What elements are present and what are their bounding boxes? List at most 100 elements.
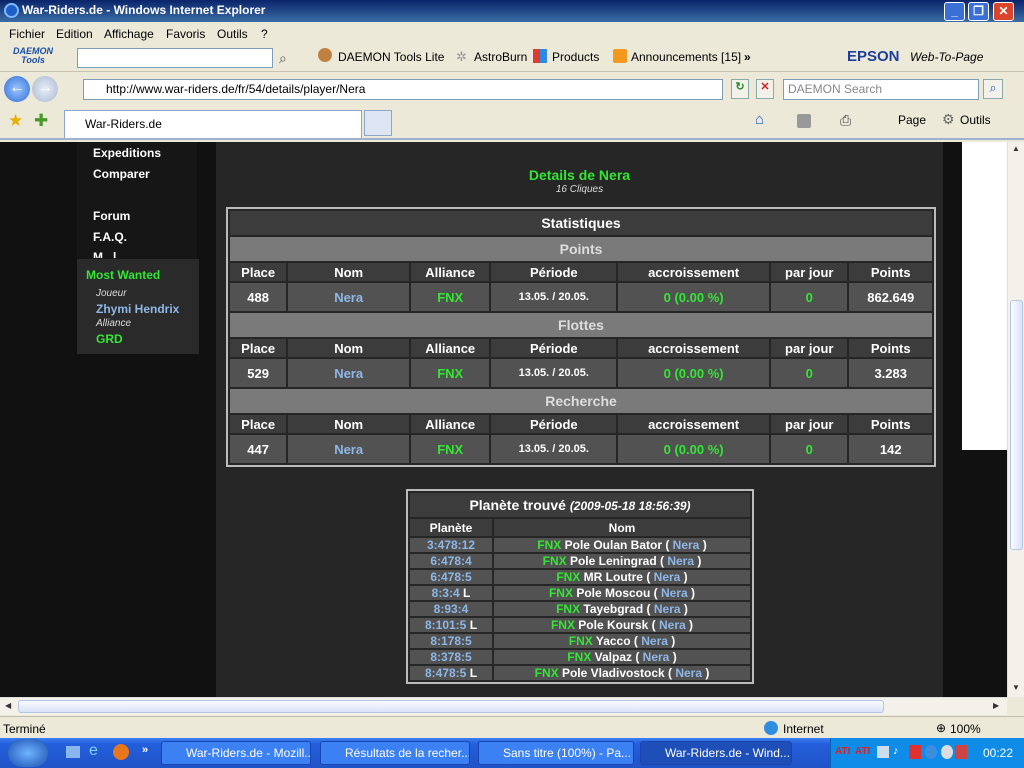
vertical-scroll-thumb[interactable] bbox=[1010, 300, 1023, 550]
menu-fichier[interactable]: Fichier bbox=[9, 27, 45, 41]
search-input[interactable]: DAEMON Search bbox=[783, 79, 979, 100]
horizontal-scrollbar[interactable]: ◀ ▶ bbox=[0, 697, 1007, 715]
planet-owner[interactable]: Nera bbox=[643, 650, 670, 664]
planet-coord-link[interactable]: 8:101:5 bbox=[425, 618, 466, 632]
menu-edition[interactable]: Edition bbox=[56, 27, 93, 41]
add-favorite-icon[interactable]: ✚ bbox=[34, 111, 48, 131]
search-go-icon[interactable]: ⌕ bbox=[983, 79, 1003, 99]
sidebar-item-comparer[interactable]: Comparer bbox=[93, 167, 150, 181]
taskbar-item-results[interactable]: Résultats de la recher... bbox=[320, 741, 470, 765]
taskbar-item-paint[interactable]: Sans titre (100%) - Pa... bbox=[478, 741, 634, 765]
scroll-left-icon[interactable]: ◀ bbox=[5, 701, 11, 710]
daemon-lite-button[interactable]: DAEMON Tools Lite bbox=[338, 50, 444, 64]
planet-coord-link[interactable]: 8:378:5 bbox=[430, 650, 471, 664]
taskbar-item-firefox[interactable]: War-Riders.de - Mozill... bbox=[161, 741, 311, 765]
cell-alliance[interactable]: FNX bbox=[411, 359, 490, 387]
menu-outils[interactable]: Outils bbox=[217, 27, 248, 41]
favorites-star-icon[interactable]: ★ bbox=[8, 111, 23, 131]
planet-coord-link[interactable]: 6:478:4 bbox=[430, 554, 471, 568]
horizontal-scroll-thumb[interactable] bbox=[18, 700, 884, 713]
planet-coord-link[interactable]: 8:178:5 bbox=[430, 634, 471, 648]
daemon-search-input[interactable] bbox=[77, 48, 273, 68]
planet-coord-link[interactable]: 8:3:4 bbox=[432, 586, 460, 600]
print-icon[interactable]: ⎙ bbox=[840, 112, 851, 129]
sidebar-item-faq[interactable]: F.A.Q. bbox=[93, 230, 127, 244]
show-desktop-icon[interactable] bbox=[66, 746, 80, 758]
planet-owner[interactable]: Nera bbox=[667, 554, 694, 568]
close-button[interactable]: ✕ bbox=[993, 2, 1014, 21]
home-icon[interactable]: ⌂ bbox=[755, 111, 764, 128]
scroll-down-icon[interactable]: ▼ bbox=[1012, 683, 1020, 692]
planet-coord-link[interactable]: 3:478:12 bbox=[427, 538, 475, 552]
refresh-icon[interactable]: ↻ bbox=[731, 79, 749, 99]
planet-alliance[interactable]: FNX bbox=[537, 538, 561, 552]
vertical-scrollbar[interactable]: ▲ ▼ bbox=[1007, 142, 1024, 697]
planet-owner[interactable]: Nera bbox=[675, 666, 702, 680]
ati-icon-2[interactable]: ATI bbox=[855, 746, 870, 757]
planet-alliance[interactable]: FNX bbox=[551, 618, 575, 632]
tab-war-riders[interactable]: War-Riders.de bbox=[64, 110, 362, 138]
planet-owner[interactable]: Nera bbox=[673, 538, 700, 552]
scroll-up-icon[interactable]: ▲ bbox=[1012, 144, 1020, 153]
ie-quicklaunch-icon[interactable]: e bbox=[89, 742, 98, 760]
menu-help[interactable]: ? bbox=[261, 27, 268, 41]
sidebar-item-forum[interactable]: Forum bbox=[93, 209, 130, 223]
tools-menu[interactable]: Outils bbox=[960, 113, 991, 127]
sidebar-item-expeditions[interactable]: Expeditions bbox=[93, 146, 161, 160]
cell-alliance[interactable]: FNX bbox=[411, 283, 490, 311]
planet-alliance[interactable]: FNX bbox=[569, 634, 593, 648]
start-button[interactable] bbox=[8, 739, 48, 767]
forward-button[interactable]: → bbox=[32, 76, 58, 102]
announcements-button[interactable]: Announcements [15] bbox=[631, 50, 741, 64]
sidebar-item-partial[interactable]: M...l... bbox=[93, 250, 126, 258]
feeds-icon[interactable] bbox=[797, 114, 811, 128]
firefox-quicklaunch-icon[interactable] bbox=[113, 744, 129, 760]
ati-icon[interactable]: ATI bbox=[835, 746, 850, 757]
stop-icon[interactable]: ✕ bbox=[756, 79, 774, 99]
products-button[interactable]: Products bbox=[552, 50, 599, 64]
cell-alliance[interactable]: FNX bbox=[411, 435, 490, 463]
minimize-button[interactable]: _ bbox=[944, 2, 965, 21]
network-icon[interactable] bbox=[877, 746, 889, 758]
web-to-page-button[interactable]: Web-To-Page bbox=[910, 50, 983, 64]
security-icon[interactable] bbox=[909, 745, 921, 759]
planet-owner[interactable]: Nera bbox=[661, 586, 688, 600]
new-tab-button[interactable] bbox=[364, 110, 392, 136]
zoom-level[interactable]: 100% bbox=[950, 722, 981, 736]
address-input[interactable]: http://www.war-riders.de/fr/54/details/p… bbox=[83, 79, 723, 100]
planet-alliance[interactable]: FNX bbox=[535, 666, 559, 680]
planet-owner[interactable]: Nera bbox=[641, 634, 668, 648]
scroll-right-icon[interactable]: ▶ bbox=[993, 701, 999, 710]
planet-alliance[interactable]: FNX bbox=[543, 554, 567, 568]
planet-alliance[interactable]: FNX bbox=[549, 586, 573, 600]
planet-owner[interactable]: Nera bbox=[654, 570, 681, 584]
planet-alliance[interactable]: FNX bbox=[556, 570, 580, 584]
tray-app-icon[interactable] bbox=[955, 745, 967, 759]
planet-coord-link[interactable]: 6:478:5 bbox=[430, 570, 471, 584]
daemon-logo[interactable]: DAEMON Tools bbox=[10, 47, 56, 65]
volume-icon[interactable]: ♪ bbox=[893, 745, 899, 757]
clock-app-icon[interactable] bbox=[941, 745, 953, 759]
planet-alliance[interactable]: FNX bbox=[556, 602, 580, 616]
chevron-more-icon[interactable]: » bbox=[744, 50, 751, 64]
restore-button[interactable]: ❐ bbox=[968, 2, 989, 21]
cell-nom[interactable]: Nera bbox=[288, 359, 409, 387]
menu-favoris[interactable]: Favoris bbox=[166, 27, 205, 41]
info-icon[interactable] bbox=[925, 745, 937, 759]
search-icon[interactable]: ⌕ bbox=[279, 50, 287, 67]
planet-owner[interactable]: Nera bbox=[659, 618, 686, 632]
planet-coord-link[interactable]: 8:478:5 bbox=[425, 666, 466, 680]
back-button[interactable]: ← bbox=[4, 76, 30, 102]
cell-nom[interactable]: Nera bbox=[288, 435, 409, 463]
alliance-link[interactable]: GRD bbox=[96, 332, 123, 346]
planet-alliance[interactable]: FNX bbox=[567, 650, 591, 664]
quicklaunch-more-icon[interactable]: » bbox=[142, 744, 148, 756]
page-menu[interactable]: Page bbox=[898, 113, 926, 127]
planet-coord-link[interactable]: 8:93:4 bbox=[434, 602, 469, 616]
astroburn-button[interactable]: AstroBurn bbox=[474, 50, 527, 64]
cell-nom[interactable]: Nera bbox=[288, 283, 409, 311]
menu-affichage[interactable]: Affichage bbox=[104, 27, 154, 41]
planet-owner[interactable]: Nera bbox=[654, 602, 681, 616]
taskbar-item-ie[interactable]: War-Riders.de - Wind... bbox=[640, 741, 792, 765]
joueur-link[interactable]: Zhymi Hendrix bbox=[96, 302, 179, 316]
